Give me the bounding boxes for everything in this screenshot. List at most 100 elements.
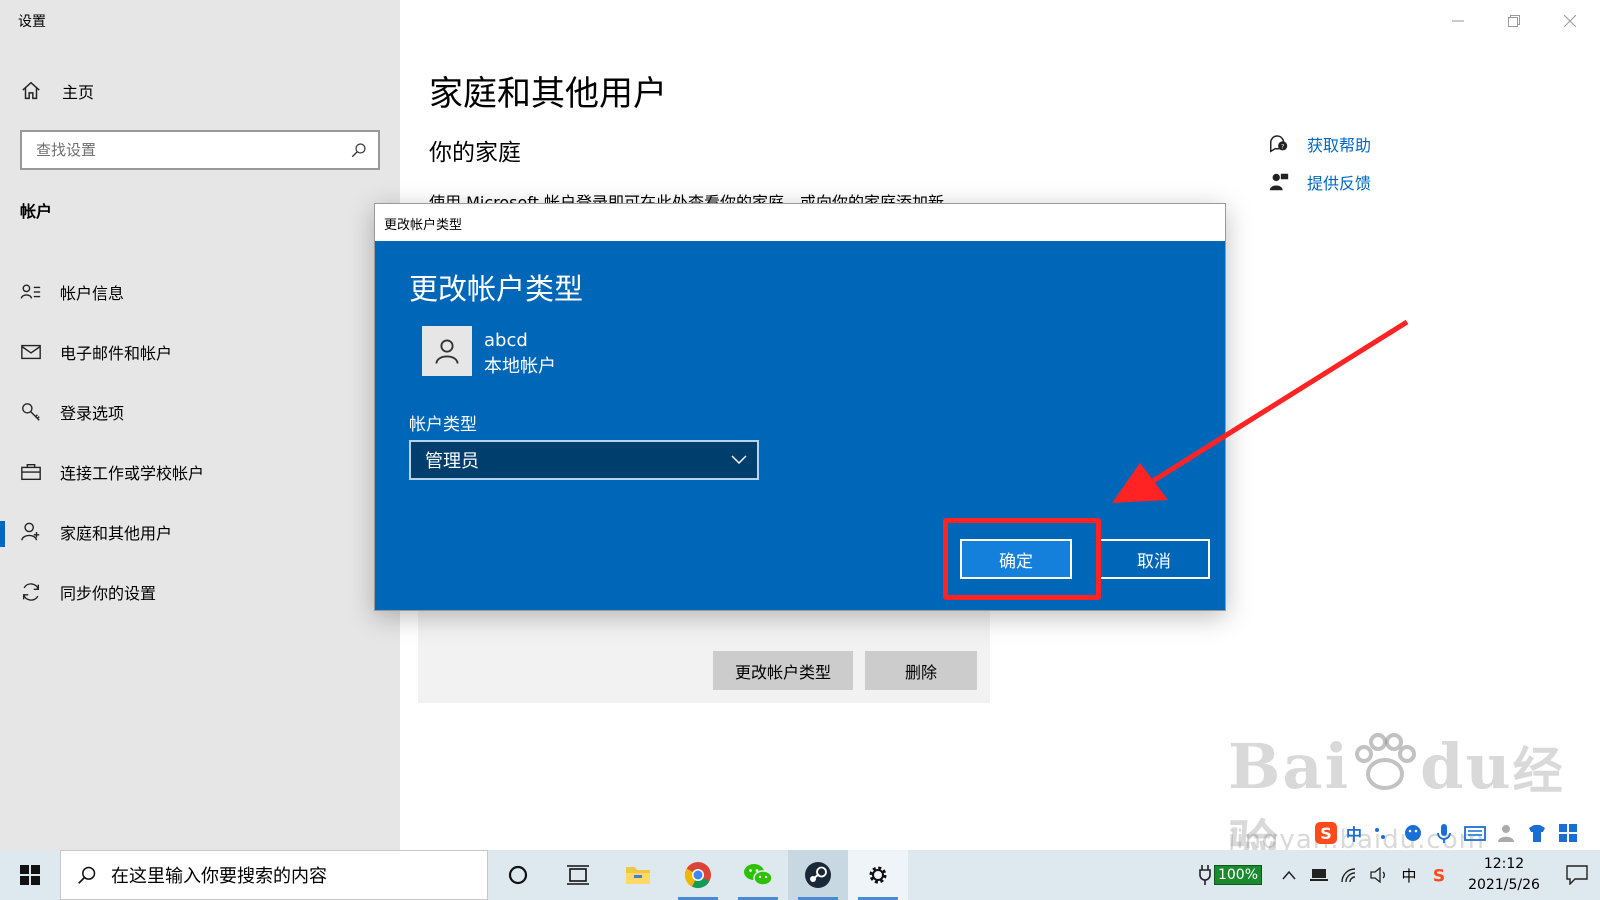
dialog-heading: 更改帐户类型 <box>409 272 584 306</box>
chevron-down-icon <box>731 455 747 465</box>
sogou-logo-icon: S <box>1433 866 1445 885</box>
sidebar-item-work-school[interactable]: 连接工作或学校帐户 <box>0 442 400 502</box>
ok-button[interactable]: 确定 <box>960 539 1072 579</box>
home-icon <box>22 81 40 100</box>
toolbox-icon[interactable] <box>1557 822 1579 844</box>
help-chat-icon: ? <box>1270 135 1288 153</box>
start-button[interactable] <box>0 850 60 900</box>
sidebar-home[interactable]: 主页 <box>20 78 94 104</box>
steam-button[interactable] <box>788 850 848 900</box>
wechat-button[interactable] <box>728 850 788 900</box>
account-info-icon <box>20 284 41 299</box>
sidebar-item-label: 家庭和其他用户 <box>60 524 173 543</box>
sync-icon <box>22 583 40 601</box>
system-tray: 100% 中 S 12:12 2021/5/26 <box>1198 850 1600 900</box>
minimize-icon <box>1452 20 1464 22</box>
dialog-user-info: abcd 本地帐户 <box>484 328 556 380</box>
taskbar-search-placeholder: 在这里输入你要搜索的内容 <box>111 866 327 887</box>
sidebar-item-signin[interactable]: 登录选项 <box>0 382 400 442</box>
battery-percent: 100% <box>1213 865 1262 885</box>
sidebar-item-label: 电子邮件和帐户 <box>60 344 173 363</box>
help-links: ? 获取帮助 提供反馈 <box>1268 125 1371 201</box>
settings-search[interactable] <box>20 130 380 170</box>
notification-icon <box>1566 865 1588 885</box>
device-tray-button[interactable] <box>1304 850 1334 900</box>
close-icon <box>1564 15 1576 27</box>
key-icon <box>22 403 40 421</box>
account-type-select[interactable]: 管理员 <box>409 440 759 480</box>
battery-indicator[interactable]: 100% <box>1198 864 1262 886</box>
restore-button[interactable] <box>1491 6 1537 36</box>
network-button[interactable] <box>1334 850 1364 900</box>
sidebar-nav: 帐户信息 电子邮件和帐户 登录选项 连接工作或学校帐户 家庭和其他用户 同步你的… <box>0 262 400 622</box>
volume-button[interactable] <box>1364 850 1394 900</box>
user-center-icon[interactable] <box>1495 822 1517 844</box>
account-type-value: 管理员 <box>425 451 479 472</box>
minimize-button[interactable] <box>1435 6 1481 36</box>
keyboard-icon[interactable] <box>1464 822 1486 844</box>
change-account-type-button[interactable]: 更改帐户类型 <box>713 651 853 690</box>
sidebar: 设置 主页 帐户 帐户信息 <box>0 0 400 850</box>
laptop-icon <box>1310 869 1328 881</box>
avatar <box>422 326 472 376</box>
sidebar-item-family[interactable]: 家庭和其他用户 <box>0 502 400 562</box>
power-plug-icon <box>1199 865 1211 885</box>
annotation-arrow <box>1112 319 1409 503</box>
folder-icon <box>626 867 650 884</box>
change-account-type-dialog: 更改帐户类型 更改帐户类型 abcd 本地帐户 帐户类型 管理员 确定 取消 <box>374 203 1226 611</box>
file-explorer-button[interactable] <box>608 850 668 900</box>
chrome-icon <box>684 862 711 889</box>
settings-button[interactable] <box>848 850 908 900</box>
feedback-icon <box>1269 173 1289 191</box>
sidebar-home-label: 主页 <box>62 83 95 102</box>
taskbar-search[interactable]: 在这里输入你要搜索的内容 <box>60 850 488 900</box>
task-view-button[interactable] <box>548 850 608 900</box>
sidebar-item-label: 登录选项 <box>60 404 125 423</box>
briefcase-icon <box>21 463 41 481</box>
sogou-tray-button[interactable]: S <box>1424 850 1454 900</box>
show-hidden-icons-button[interactable] <box>1274 850 1304 900</box>
mail-icon <box>21 344 41 360</box>
cortana-button[interactable] <box>488 850 548 900</box>
close-button[interactable] <box>1547 6 1593 36</box>
watermark-brand-end: du <box>1420 730 1513 803</box>
restore-icon <box>1508 15 1520 27</box>
skin-icon[interactable] <box>1526 822 1548 844</box>
ime-toolbar: S 中 <box>1315 818 1600 848</box>
paw-icon <box>1355 733 1417 790</box>
sidebar-item-sync[interactable]: 同步你的设置 <box>0 562 400 622</box>
taskbar: 在这里输入你要搜索的内容 100% 中 S 12:12 2021/5/26 <box>0 850 1600 900</box>
punctuation-icon[interactable] <box>1371 822 1393 844</box>
watermark-brand-start: Bai <box>1228 730 1351 803</box>
sogou-logo-icon[interactable]: S <box>1315 822 1337 844</box>
chrome-button[interactable] <box>668 850 728 900</box>
delete-account-button[interactable]: 删除 <box>865 651 977 690</box>
microphone-icon[interactable] <box>1433 822 1455 844</box>
get-help-link[interactable]: ? 获取帮助 <box>1268 125 1371 163</box>
task-view-icon <box>567 865 589 885</box>
input-language-button[interactable]: 中 <box>1394 850 1424 900</box>
chevron-up-icon <box>1282 870 1296 880</box>
clock[interactable]: 12:12 2021/5/26 <box>1454 854 1554 896</box>
action-center-button[interactable] <box>1554 850 1600 900</box>
search-icon <box>78 866 96 884</box>
feedback-link[interactable]: 提供反馈 <box>1268 163 1371 201</box>
section-title: 你的家庭 <box>429 140 521 166</box>
ime-lang-indicator[interactable]: 中 <box>1346 821 1362 845</box>
cancel-button[interactable]: 取消 <box>1098 539 1210 579</box>
windows-logo-icon <box>20 865 40 885</box>
cortana-icon <box>508 865 528 885</box>
svg-text:?: ? <box>1281 143 1284 151</box>
clock-time: 12:12 <box>1483 856 1525 872</box>
feedback-label: 提供反馈 <box>1307 174 1372 193</box>
sidebar-item-email[interactable]: 电子邮件和帐户 <box>0 322 400 382</box>
wechat-icon <box>744 864 773 886</box>
get-help-label: 获取帮助 <box>1307 136 1372 155</box>
person-icon <box>21 522 40 541</box>
dialog-user-type: 本地帐户 <box>484 356 556 377</box>
settings-search-input[interactable] <box>36 141 350 159</box>
emoji-icon[interactable] <box>1402 822 1424 844</box>
sidebar-item-label: 连接工作或学校帐户 <box>60 464 205 483</box>
search-icon[interactable] <box>350 141 368 159</box>
sidebar-item-account-info[interactable]: 帐户信息 <box>0 262 400 322</box>
